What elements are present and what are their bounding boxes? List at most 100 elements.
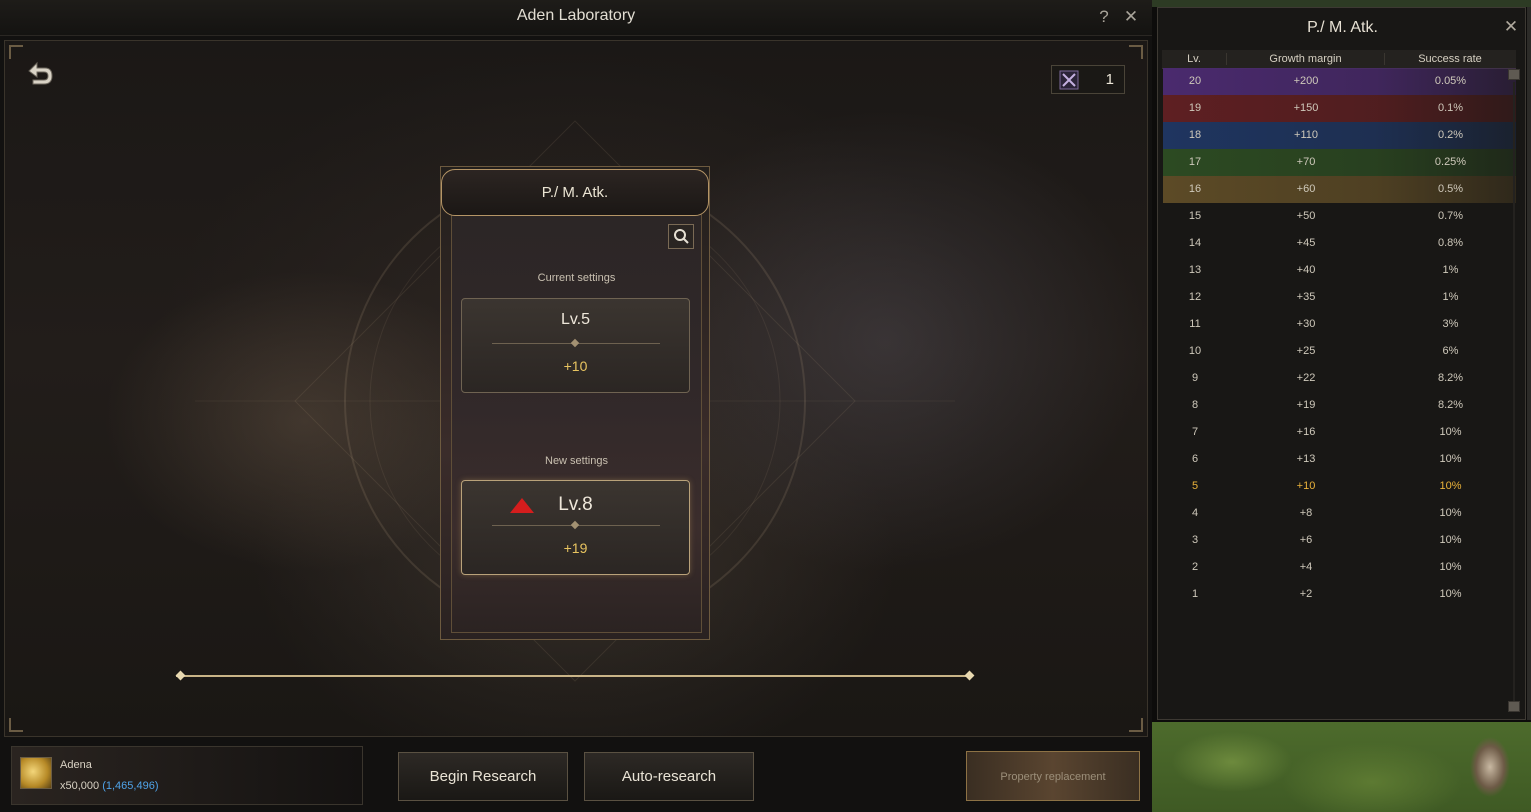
- row-success-rate: 10%: [1439, 453, 1462, 465]
- current-growth-value: +10: [563, 358, 588, 374]
- row-level: 19: [1188, 102, 1202, 114]
- row-level: 20: [1188, 75, 1202, 87]
- current-settings-label: Current settings: [537, 272, 616, 284]
- row-success-rate: 0.7%: [1437, 210, 1464, 222]
- ticket-count: 1: [1105, 71, 1114, 88]
- adena-cost-line: x50,000 (1,465,496): [60, 780, 158, 792]
- row-growth-margin: +16: [1296, 426, 1316, 438]
- row-growth-margin: +35: [1296, 291, 1316, 303]
- return-arrow-icon: [28, 61, 53, 85]
- table-row: 20 +200 0.05%: [1163, 68, 1516, 95]
- row-success-rate: 0.5%: [1437, 183, 1464, 195]
- row-success-rate: 0.05%: [1434, 75, 1467, 87]
- row-growth-margin: +40: [1296, 264, 1316, 276]
- table-row: 6 +13 10%: [1163, 446, 1516, 473]
- row-success-rate: 0.1%: [1437, 102, 1464, 114]
- row-level: 3: [1191, 534, 1199, 546]
- table-row: 3 +6 10%: [1163, 527, 1516, 554]
- table-row: 19 +150 0.1%: [1163, 95, 1516, 122]
- row-level: 14: [1188, 237, 1202, 249]
- scrollbar-track[interactable]: [1513, 82, 1515, 702]
- close-icon[interactable]: ✕: [1120, 6, 1142, 28]
- row-success-rate: 1%: [1442, 291, 1459, 303]
- panel-title: P./ M. Atk.: [1307, 19, 1378, 36]
- table-row: 18 +110 0.2%: [1163, 122, 1516, 149]
- row-success-rate: 10%: [1439, 426, 1462, 438]
- column-header-growth-margin: Growth margin: [1226, 53, 1384, 65]
- row-level: 8: [1191, 399, 1199, 411]
- frame-corner: [1129, 718, 1143, 732]
- row-growth-margin: +70: [1296, 156, 1316, 168]
- research-progress-line: [176, 675, 967, 677]
- stat-name-header: P./ M. Atk.: [441, 169, 709, 216]
- row-growth-margin: +30: [1296, 318, 1316, 330]
- frame-corner: [1129, 45, 1143, 59]
- row-growth-margin: +10: [1296, 480, 1316, 492]
- row-level: 5: [1191, 480, 1199, 492]
- table-row: 4 +8 10%: [1163, 500, 1516, 527]
- row-success-rate: 10%: [1439, 507, 1462, 519]
- row-success-rate: 10%: [1439, 561, 1462, 573]
- row-growth-margin: +6: [1299, 534, 1313, 546]
- adena-required: x50,000: [60, 780, 100, 792]
- row-growth-margin: +19: [1296, 399, 1316, 411]
- search-button[interactable]: [668, 224, 694, 249]
- new-settings-label: New settings: [545, 455, 608, 467]
- back-button[interactable]: [21, 57, 57, 93]
- row-growth-margin: +4: [1299, 561, 1313, 573]
- adena-label: Adena: [60, 759, 92, 771]
- aden-laboratory-window: Aden Laboratory ? ✕ 1 P./ M. Atk. Curren…: [0, 0, 1152, 812]
- row-level: 13: [1188, 264, 1202, 276]
- row-growth-margin: +2: [1299, 588, 1313, 600]
- adena-owned: (1,465,496): [102, 780, 159, 792]
- row-growth-margin: +110: [1294, 129, 1318, 141]
- new-level: Lv.8: [558, 494, 593, 515]
- row-growth-margin: +8: [1299, 507, 1313, 519]
- row-success-rate: 0.2%: [1437, 129, 1464, 141]
- row-level: 18: [1188, 129, 1202, 141]
- row-success-rate: 8.2%: [1437, 372, 1464, 384]
- window-title: Aden Laboratory: [516, 7, 636, 24]
- current-settings-box: Lv.5 +10: [461, 298, 690, 393]
- row-growth-margin: +50: [1296, 210, 1316, 222]
- row-growth-margin: +13: [1296, 453, 1316, 465]
- close-icon[interactable]: ✕: [1500, 16, 1522, 38]
- current-level: Lv.5: [560, 311, 591, 328]
- row-growth-margin: +45: [1296, 237, 1316, 249]
- row-level: 11: [1189, 318, 1201, 330]
- table-row: 7 +16 10%: [1163, 419, 1516, 446]
- row-level: 10: [1188, 345, 1202, 357]
- scroll-up-icon[interactable]: [1508, 69, 1520, 80]
- row-growth-margin: +200: [1293, 75, 1319, 87]
- row-level: 15: [1188, 210, 1202, 222]
- window-titlebar[interactable]: Aden Laboratory ? ✕: [0, 0, 1152, 36]
- property-replacement-button[interactable]: Property replacement: [966, 751, 1140, 801]
- row-growth-margin: +22: [1296, 372, 1316, 384]
- growth-table-panel: P./ M. Atk. ✕ Lv. Growth margin Success …: [1157, 7, 1526, 720]
- row-level: 1: [1191, 588, 1199, 600]
- row-level: 16: [1188, 183, 1202, 195]
- row-level: 17: [1188, 156, 1202, 168]
- row-level: 2: [1191, 561, 1199, 573]
- table-row: 8 +19 8.2%: [1163, 392, 1516, 419]
- begin-research-button[interactable]: Begin Research: [398, 752, 568, 801]
- row-success-rate: 10%: [1439, 534, 1462, 546]
- table-row: 2 +4 10%: [1163, 554, 1516, 581]
- row-level: 6: [1191, 453, 1199, 465]
- table-row: 14 +45 0.8%: [1163, 230, 1516, 257]
- auto-research-button[interactable]: Auto-research: [584, 752, 754, 801]
- row-level: 7: [1191, 426, 1199, 438]
- table-row: 16 +60 0.5%: [1163, 176, 1516, 203]
- help-icon[interactable]: ?: [1093, 6, 1115, 28]
- row-level: 9: [1191, 372, 1199, 384]
- column-header-success-rate: Success rate: [1384, 53, 1515, 65]
- frame-corner: [9, 718, 23, 732]
- table-row: 13 +40 1%: [1163, 257, 1516, 284]
- scroll-down-icon[interactable]: [1508, 701, 1520, 712]
- row-growth-margin: +60: [1296, 183, 1316, 195]
- row-success-rate: 0.25%: [1434, 156, 1467, 168]
- crossed-swords-ticket-icon: [1059, 70, 1079, 90]
- table-row: 15 +50 0.7%: [1163, 203, 1516, 230]
- row-success-rate: 8.2%: [1437, 399, 1464, 411]
- table-row: 5 +10 10%: [1163, 473, 1516, 500]
